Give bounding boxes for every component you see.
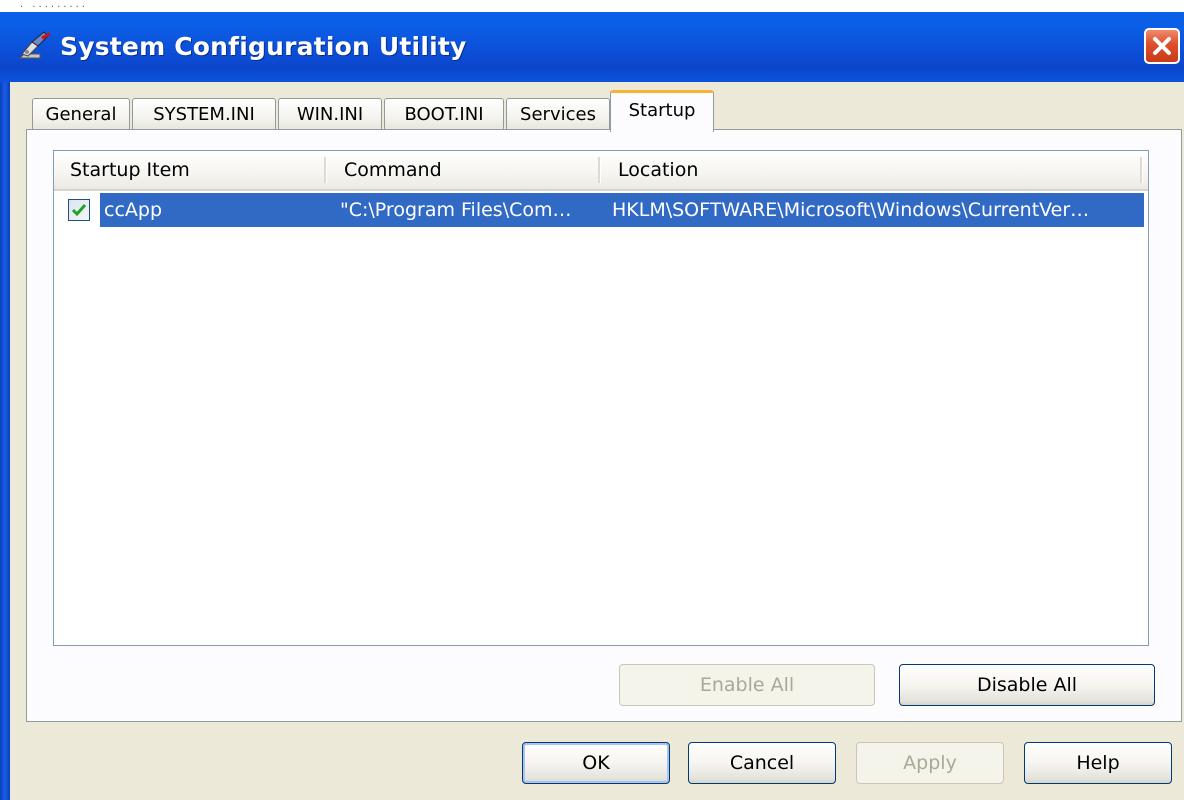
column-header-location[interactable]: Location [602, 151, 1142, 189]
window-left-frame [0, 12, 10, 800]
tab-services[interactable]: Services [506, 98, 610, 130]
ok-button[interactable]: OK [522, 742, 670, 784]
cell-command: "C:\Program Files\Com… [340, 199, 572, 221]
window-title: System Configuration Utility [60, 32, 467, 61]
msconfig-icon [18, 30, 54, 62]
help-button[interactable]: Help [1024, 742, 1172, 784]
enable-all-button[interactable]: Enable All [619, 664, 875, 706]
list-row[interactable]: ccApp "C:\Program Files\Com… HKLM\SOFTWA… [54, 193, 1148, 227]
cancel-button[interactable]: Cancel [688, 742, 836, 784]
tab-win-ini[interactable]: WIN.INI [278, 98, 382, 130]
checkmark-icon [71, 204, 87, 217]
dialog-body: General SYSTEM.INI WIN.INI BOOT.INI Serv… [10, 82, 1184, 800]
cell-location: HKLM\SOFTWARE\Microsoft\Windows\CurrentV… [612, 199, 1090, 221]
system-configuration-window: · ········· System Configuration Utility… [0, 0, 1184, 800]
cell-startup-item: ccApp [104, 199, 163, 221]
title-bar[interactable]: System Configuration Utility [0, 12, 1184, 82]
tab-boot-ini[interactable]: BOOT.INI [384, 98, 504, 130]
close-icon [1153, 37, 1171, 55]
column-header-command[interactable]: Command [328, 151, 600, 189]
tab-general[interactable]: General [32, 98, 130, 130]
startup-item-checkbox[interactable] [68, 199, 90, 221]
column-divider[interactable] [1140, 157, 1143, 183]
close-button[interactable] [1144, 28, 1180, 64]
apply-button[interactable]: Apply [856, 742, 1004, 784]
column-divider[interactable] [598, 157, 601, 183]
column-header-startup-item[interactable]: Startup Item [54, 151, 326, 189]
startup-tab-panel: Startup Item Command Location ccApp "C:\… [26, 129, 1182, 722]
tab-startup[interactable]: Startup [610, 90, 714, 132]
disable-all-button[interactable]: Disable All [899, 664, 1155, 706]
tab-system-ini[interactable]: SYSTEM.INI [132, 98, 276, 130]
startup-items-list[interactable]: Startup Item Command Location ccApp "C:\… [53, 150, 1149, 646]
background-dots: · ········· [20, 2, 88, 13]
column-divider[interactable] [324, 157, 327, 183]
list-header: Startup Item Command Location [54, 151, 1148, 191]
